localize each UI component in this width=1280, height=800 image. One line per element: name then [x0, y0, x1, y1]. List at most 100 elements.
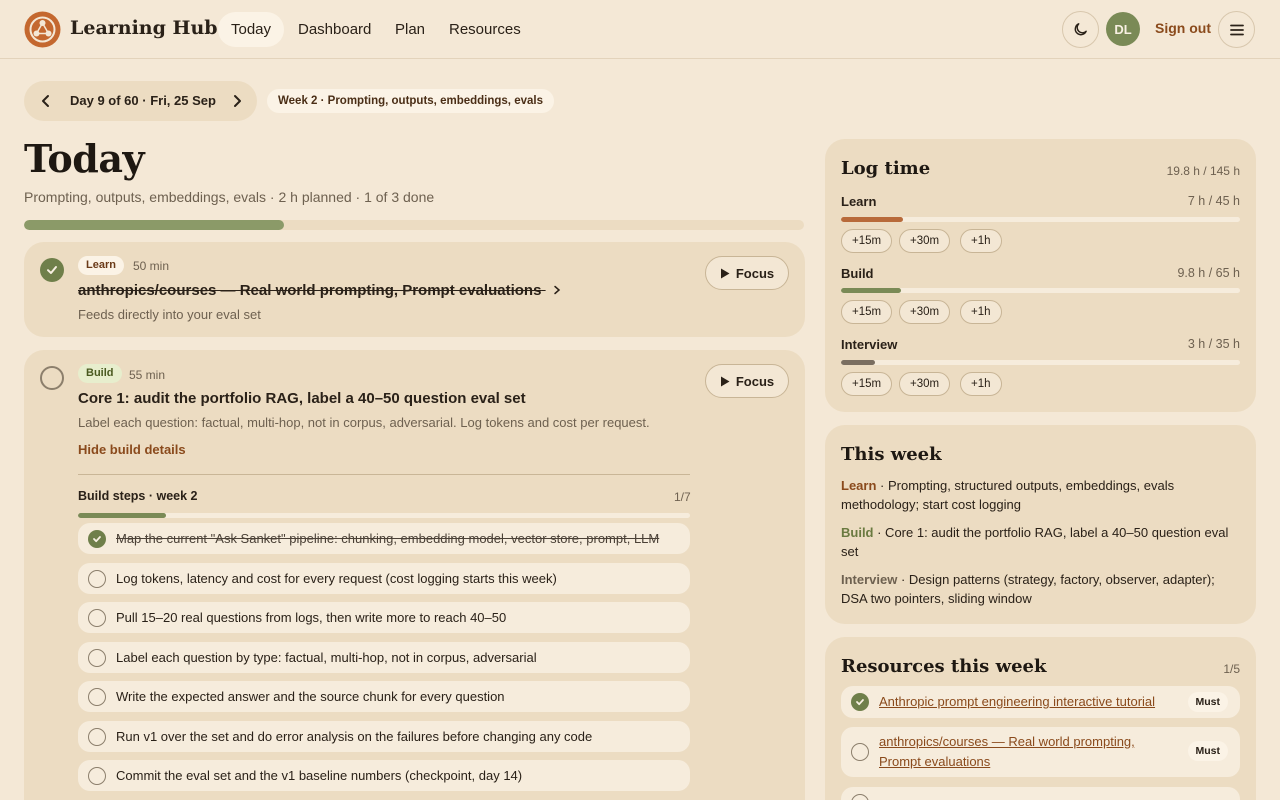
build-step[interactable]: Write the expected answer and the source… [78, 681, 690, 712]
top-bar: Learning Hub Today Dashboard Plan Resour… [0, 0, 1280, 59]
log-row-label: Build [841, 266, 874, 281]
avatar[interactable]: DL [1106, 12, 1140, 46]
hide-build-details-link[interactable]: Hide build details [78, 442, 186, 457]
log-row-label: Interview [841, 337, 898, 352]
resource-item: anthropics/courses — Real world promptin… [841, 727, 1240, 777]
step-checkbox[interactable] [88, 608, 106, 627]
step-text: Write the expected answer and the source… [116, 689, 505, 704]
build-step[interactable]: Log tokens, latency and cost for every r… [78, 563, 690, 594]
resource-item [841, 787, 1240, 800]
build-step[interactable]: Run v1 over the set and do error analysi… [78, 721, 690, 752]
resource-link[interactable]: anthropics/courses — Real world promptin… [879, 732, 1169, 772]
nav-resources[interactable]: Resources [436, 12, 534, 47]
this-week-title: This week [841, 444, 942, 465]
build-key: Build [841, 525, 874, 540]
day-progress-bar [24, 220, 804, 230]
step-checkbox[interactable] [88, 766, 106, 785]
add-30m-button[interactable]: +30m [899, 372, 951, 396]
log-time-total: 19.8 h / 145 h [1166, 164, 1240, 178]
this-week-build: Build · Core 1: audit the portfolio RAG,… [841, 523, 1240, 561]
focus-label: Focus [735, 373, 775, 389]
menu-button[interactable] [1218, 11, 1255, 48]
check-icon [47, 266, 57, 274]
log-row-progress-fill [841, 217, 904, 222]
day-label: Day 9 of 60 · Fri, 25 Sep [70, 93, 216, 108]
chevron-right-icon [553, 285, 560, 295]
theme-toggle-button[interactable] [1062, 11, 1099, 48]
interview-text: · Design patterns (strategy, factory, ob… [841, 572, 1215, 606]
build-step[interactable]: Map the current "Ask Sanket" pipeline: c… [78, 523, 690, 554]
task-duration: 50 min [133, 259, 170, 273]
resource-item: Anthropic prompt engineering interactive… [841, 686, 1240, 718]
interview-key: Interview [841, 572, 898, 587]
step-text: Run v1 over the set and do error analysi… [116, 729, 593, 744]
resources-count: 1/5 [1223, 662, 1240, 676]
learn-key: Learn [841, 478, 877, 493]
add-30m-button[interactable]: +30m [899, 229, 951, 253]
task-complete-checkbox[interactable] [40, 366, 64, 390]
week-badge: Week 2 · Prompting, outputs, embeddings,… [267, 89, 554, 113]
play-icon [720, 376, 730, 386]
log-row-progress-fill [841, 360, 876, 365]
resource-checkbox[interactable] [851, 693, 869, 711]
focus-label: Focus [735, 265, 775, 281]
step-checkbox[interactable] [88, 648, 106, 667]
log-time-title: Log time [841, 158, 931, 179]
add-15m-button[interactable]: +15m [841, 229, 893, 253]
log-row-value: 3 h / 35 h [1187, 337, 1240, 351]
nav-dashboard[interactable]: Dashboard [285, 12, 384, 47]
build-text: · Core 1: audit the portfolio RAG, label… [841, 525, 1229, 559]
play-icon [720, 268, 730, 278]
log-row-progress [841, 360, 1240, 365]
step-checkbox[interactable] [88, 727, 106, 746]
add-30m-button[interactable]: +30m [899, 300, 951, 324]
check-icon [93, 535, 101, 542]
focus-button[interactable]: Focus [705, 256, 789, 290]
build-step[interactable]: Pull 15–20 real questions from logs, the… [78, 602, 690, 633]
resource-checkbox[interactable] [851, 743, 869, 761]
task-title[interactable]: anthropics/courses — Real world promptin… [78, 282, 562, 299]
page-title: Today [24, 136, 145, 181]
task-tag-build: Build [78, 364, 122, 383]
add-1h-button[interactable]: +1h [960, 229, 1002, 253]
log-row-value: 7 h / 45 h [1187, 194, 1240, 208]
task-complete-checkbox[interactable] [40, 258, 64, 282]
task-card-learn: Learn 50 min anthropics/courses — Real w… [24, 242, 805, 337]
nav-today[interactable]: Today [218, 12, 285, 47]
learn-text: · Prompting, structured outputs, embeddi… [841, 478, 1175, 512]
build-step[interactable]: Label each question by type: factual, mu… [78, 642, 690, 673]
focus-button[interactable]: Focus [705, 364, 789, 398]
log-row-progress [841, 217, 1240, 222]
task-description: Feeds directly into your eval set [78, 307, 261, 322]
add-1h-button[interactable]: +1h [960, 372, 1002, 396]
nav-plan[interactable]: Plan [382, 12, 438, 47]
add-15m-button[interactable]: +15m [841, 372, 893, 396]
resources-card: Resources this week 1/5 Anthropic prompt… [825, 637, 1256, 800]
build-steps-count: 1/7 [674, 490, 691, 504]
chevron-right-icon[interactable] [229, 93, 245, 109]
step-text: Label each question by type: factual, mu… [116, 650, 537, 665]
check-icon [856, 699, 864, 706]
step-checkbox[interactable] [88, 529, 106, 548]
build-steps-title: Build steps · week 2 [78, 489, 198, 503]
page-subtitle: Prompting, outputs, embeddings, evals · … [24, 189, 435, 205]
task-description: Label each question: factual, multi-hop,… [78, 415, 650, 430]
step-checkbox[interactable] [88, 569, 106, 588]
build-step[interactable]: Commit the eval set and the v1 baseline … [78, 760, 690, 791]
task-tag-learn: Learn [78, 256, 124, 275]
brand-name[interactable]: Learning Hub [70, 17, 218, 39]
resource-checkbox[interactable] [851, 794, 869, 800]
log-row-label: Learn [841, 194, 877, 209]
log-row-progress-fill [841, 288, 902, 293]
step-text: Map the current "Ask Sanket" pipeline: c… [116, 531, 660, 546]
chevron-left-icon[interactable] [38, 93, 54, 109]
resource-link[interactable]: Anthropic prompt engineering interactive… [879, 692, 1155, 712]
resources-title: Resources this week [841, 656, 1047, 677]
task-title[interactable]: Core 1: audit the portfolio RAG, label a… [78, 390, 526, 407]
add-15m-button[interactable]: +15m [841, 300, 893, 324]
add-1h-button[interactable]: +1h [960, 300, 1002, 324]
this-week-card: This week Learn · Prompting, structured … [825, 425, 1256, 624]
sign-out-link[interactable]: Sign out [1155, 20, 1211, 36]
step-checkbox[interactable] [88, 687, 106, 706]
log-row-value: 9.8 h / 65 h [1177, 266, 1240, 280]
